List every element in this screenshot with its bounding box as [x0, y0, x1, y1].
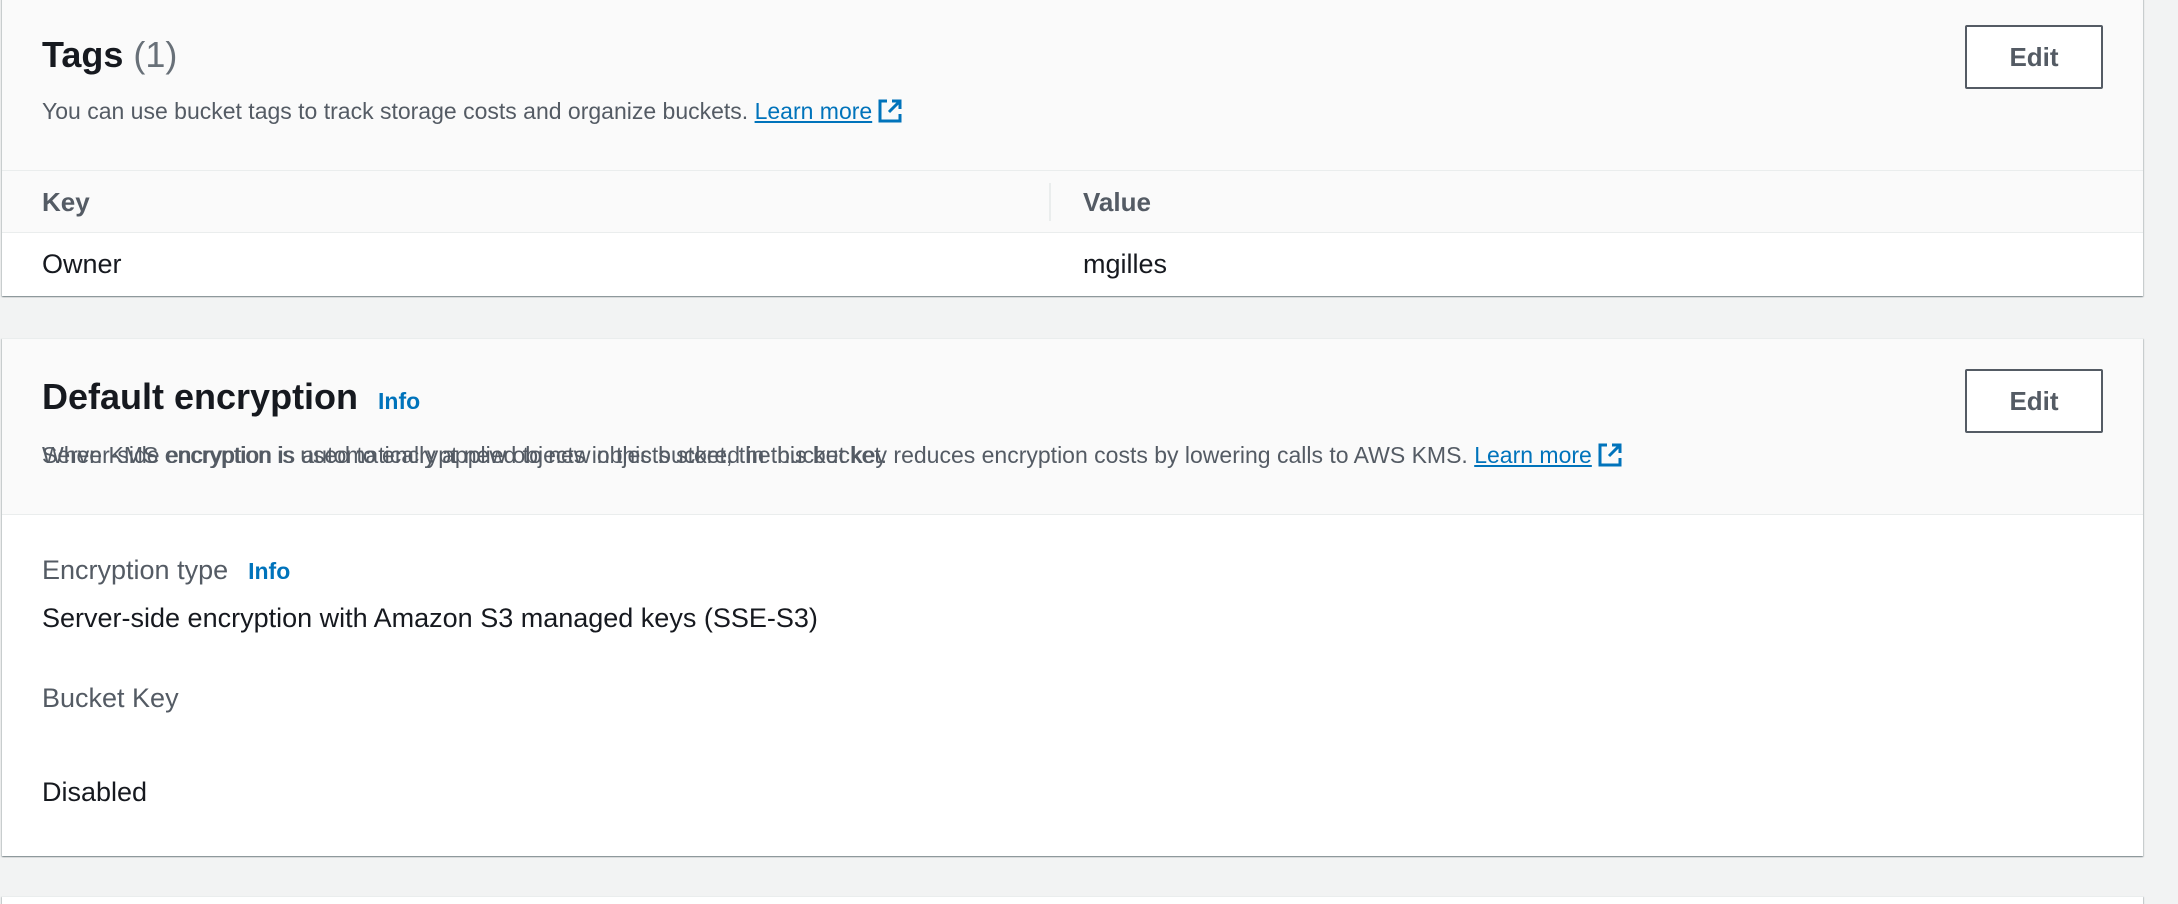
tag-value-cell: mgilles — [1083, 249, 1168, 279]
encryption-title-text: Default encryption — [42, 376, 359, 417]
tags-header: Tags (1) You can use bucket tags to trac… — [2, 0, 2143, 171]
bucket-key-learn-more-label: Learn more — [1474, 442, 1592, 468]
encryption-info-link[interactable]: Info — [378, 388, 420, 415]
tags-title-text: Tags — [42, 34, 124, 75]
tags-edit-button[interactable]: Edit — [1965, 25, 2103, 89]
encryption-header: Default encryption Info Server-side encr… — [2, 339, 2143, 515]
encryption-title: Default encryption Info — [42, 375, 420, 419]
bucket-key-label: Bucket Key — [42, 683, 179, 713]
default-encryption-panel: Default encryption Info Server-side encr… — [2, 338, 2143, 856]
encryption-type-label-row: Encryption type Info — [42, 553, 290, 587]
tags-description-text: You can use bucket tags to track storage… — [42, 98, 749, 124]
external-link-icon — [1598, 443, 1622, 467]
bucket-key-value: Disabled — [42, 777, 148, 807]
table-row: Owner mgilles — [2, 233, 2143, 295]
external-link-icon — [878, 99, 902, 123]
bucket-key-description: When KMS encryption is used to encrypt n… — [42, 439, 1624, 471]
column-header-key: Key — [42, 187, 90, 217]
tags-description: You can use bucket tags to track storage… — [42, 95, 904, 127]
tags-learn-more-label: Learn more — [754, 98, 873, 124]
encryption-edit-button[interactable]: Edit — [1965, 369, 2103, 433]
next-panel — [2, 896, 2143, 904]
encryption-type-info-link[interactable]: Info — [248, 558, 290, 585]
tags-title: Tags (1) — [42, 33, 177, 77]
tags-panel: Tags (1) You can use bucket tags to trac… — [2, 0, 2143, 296]
tags-learn-more-link[interactable]: Learn more — [755, 98, 905, 124]
bucket-key-learn-more-link[interactable]: Learn more — [1474, 442, 1624, 468]
tags-count: (1) — [133, 34, 178, 75]
tag-key-cell: Owner — [42, 249, 122, 279]
bucket-key-description-text: When KMS encryption is used to encrypt n… — [42, 442, 1468, 468]
column-divider[interactable] — [1049, 183, 1051, 221]
encryption-type-label: Encryption type — [42, 555, 229, 585]
encryption-type-value: Server-side encryption with Amazon S3 ma… — [42, 603, 818, 633]
tags-table-header: Key Value — [2, 171, 2143, 233]
column-header-value: Value — [1083, 187, 1151, 217]
